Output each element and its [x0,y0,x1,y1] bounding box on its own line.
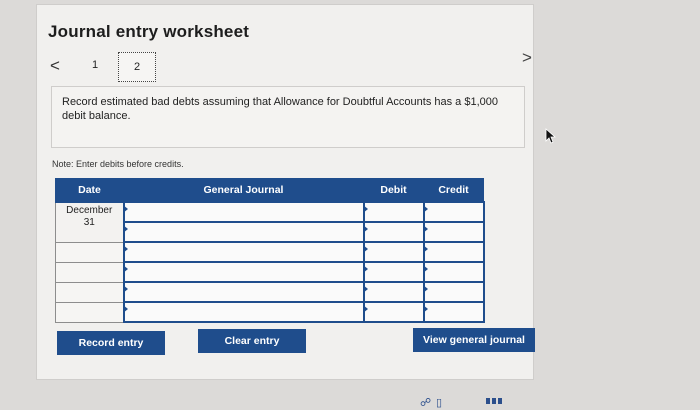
dropdown-marker-icon [362,245,368,253]
clipboard-icon[interactable]: ▯ [436,396,442,409]
account-input[interactable] [122,261,365,283]
dropdown-marker-icon [422,205,428,213]
table-row [55,301,485,323]
dropdown-marker-icon [422,285,428,293]
dropdown-marker-icon [422,245,428,253]
date-cell[interactable] [55,281,124,303]
debit-input[interactable] [362,261,425,283]
grid-icon[interactable] [486,398,502,404]
instruction-box: Record estimated bad debts assuming that… [51,86,525,148]
debit-input[interactable] [362,201,425,223]
view-general-journal-button[interactable]: View general journal [413,328,535,352]
journal-table: Date General Journal Debit Credit Decemb… [55,178,485,323]
general-journal-header: General Journal [123,178,364,203]
account-input[interactable] [122,281,365,303]
date-value: December 31 [66,204,113,228]
dropdown-marker-icon [422,265,428,273]
credit-input[interactable] [422,201,485,223]
dropdown-marker-icon [422,225,428,233]
page-tab-2[interactable]: 2 [118,52,156,82]
chevron-right-icon[interactable]: > [522,48,532,68]
page-title: Journal entry worksheet [48,22,250,41]
clear-entry-button[interactable]: Clear entry [198,329,306,353]
page-tab-1[interactable]: 1 [92,59,98,71]
dropdown-marker-icon [122,245,128,253]
account-input[interactable] [122,241,365,263]
note-text: Note: Enter debits before credits. [52,159,184,169]
debit-input[interactable] [362,301,425,323]
link-icon[interactable]: ☍ [420,396,431,409]
date-cell[interactable] [55,261,124,283]
date-cell: December 31 [55,201,124,243]
table-row [55,241,485,263]
table-row [55,281,485,303]
dropdown-marker-icon [362,265,368,273]
chevron-left-icon[interactable]: < [50,56,60,76]
date-cell[interactable] [55,301,124,323]
debit-header: Debit [363,178,424,203]
credit-input[interactable] [422,301,485,323]
dropdown-marker-icon [362,225,368,233]
mouse-cursor-icon [545,128,557,144]
record-entry-button[interactable]: Record entry [57,331,165,355]
date-header: Date [55,178,124,203]
dropdown-marker-icon [122,285,128,293]
dropdown-marker-icon [362,205,368,213]
table-row: December 31 [55,201,485,243]
dropdown-marker-icon [122,265,128,273]
dropdown-marker-icon [362,285,368,293]
dropdown-marker-icon [122,225,128,233]
credit-input[interactable] [422,221,485,243]
dropdown-marker-icon [362,305,368,313]
dropdown-marker-icon [122,205,128,213]
journal-header-row: Date General Journal Debit Credit [55,178,484,203]
date-cell[interactable] [55,241,124,263]
credit-input[interactable] [422,281,485,303]
debit-input[interactable] [362,221,425,243]
account-input[interactable] [122,301,365,323]
dropdown-marker-icon [122,305,128,313]
credit-input[interactable] [422,241,485,263]
debit-input[interactable] [362,281,425,303]
debit-input[interactable] [362,241,425,263]
instruction-text: Record estimated bad debts assuming that… [62,96,498,122]
table-row [55,261,485,283]
account-input[interactable] [122,201,365,223]
credit-header: Credit [423,178,484,203]
page-tab-2-label: 2 [133,61,141,73]
credit-input[interactable] [422,261,485,283]
account-input[interactable] [122,221,365,243]
dropdown-marker-icon [422,305,428,313]
